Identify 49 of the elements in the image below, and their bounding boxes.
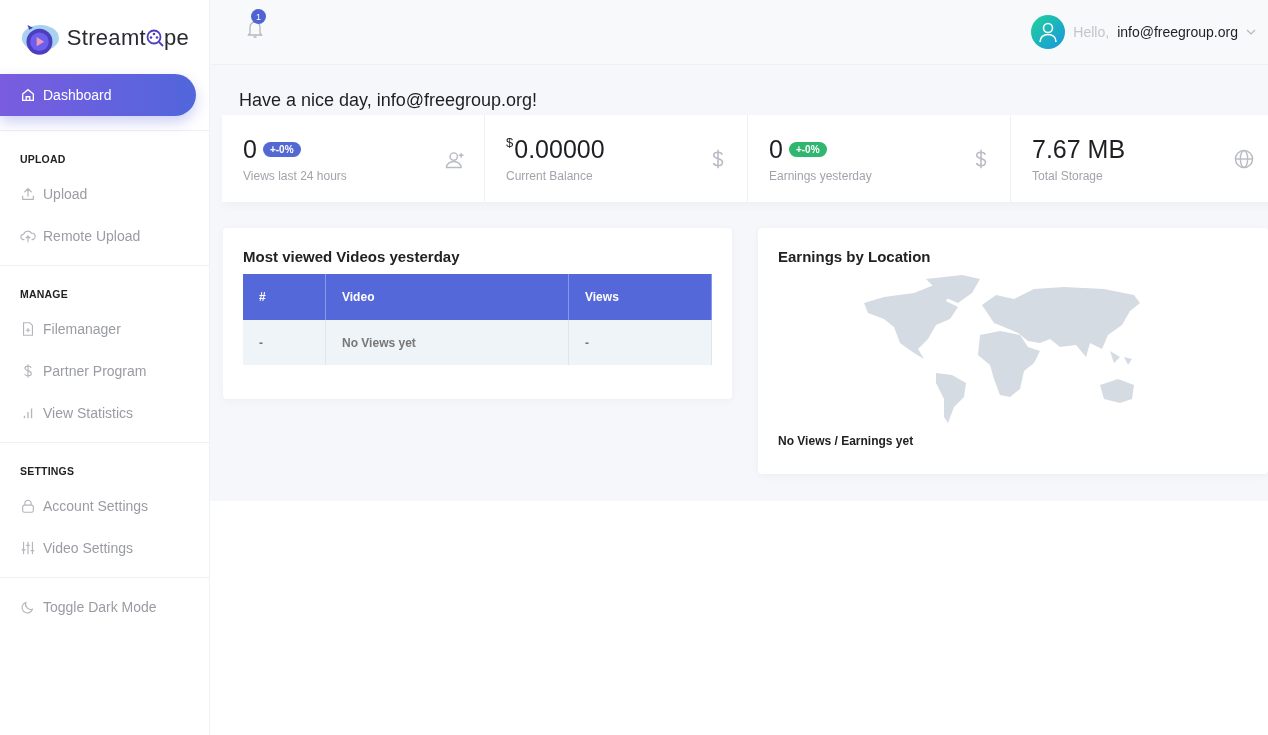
- sidebar-item[interactable]: Upload: [0, 173, 209, 215]
- logo-text: pe: [163, 25, 189, 51]
- section-heading: SETTINGS: [19, 464, 76, 479]
- table-cell: -: [568, 320, 712, 365]
- home-icon: [20, 87, 36, 103]
- cloud-upload-icon: [20, 228, 36, 244]
- sidebar-item[interactable]: Account Settings: [0, 485, 209, 527]
- sidebar-item[interactable]: Dashboard: [0, 74, 196, 116]
- stat-value: 0: [243, 135, 257, 164]
- globe-icon: [1233, 147, 1255, 170]
- sidebar-item[interactable]: Filemanager: [0, 308, 209, 350]
- stat-label: Earnings yesterday: [769, 168, 872, 183]
- upload-icon: [20, 186, 36, 202]
- change-badge: +-0%: [262, 142, 301, 157]
- panel-title: Most viewed Videos yesterday: [243, 248, 461, 265]
- sidebar-item[interactable]: Video Settings: [0, 527, 209, 569]
- notification-badge: 1: [251, 9, 266, 24]
- section-heading: UPLOAD: [19, 152, 67, 167]
- film-reel-icon: [145, 29, 164, 47]
- panel-title: Earnings by Location: [778, 248, 932, 265]
- stat-label: Views last 24 hours: [243, 168, 347, 183]
- currency-symbol: $: [506, 134, 514, 150]
- moon-icon: [20, 599, 36, 615]
- sidebar-item[interactable]: View Statistics: [0, 392, 209, 434]
- column-header: Views: [568, 274, 712, 320]
- welcome-heading: Have a nice day, info@freegroup.org!: [239, 90, 539, 111]
- sidebar-item[interactable]: Toggle Dark Mode: [0, 586, 209, 628]
- lock-icon: [20, 498, 36, 514]
- sliders-icon: [20, 540, 36, 556]
- change-badge: +-0%: [788, 142, 827, 157]
- column-header: #: [243, 274, 326, 320]
- table-cell: No Views yet: [325, 320, 569, 365]
- table-cell: -: [243, 320, 326, 365]
- user-email[interactable]: info@freegroup.org: [1117, 24, 1238, 40]
- stat-label: Total Storage: [1032, 168, 1104, 183]
- logo-text: Streamt: [66, 25, 146, 51]
- section-heading: MANAGE: [19, 287, 69, 302]
- column-header: Video: [325, 274, 569, 320]
- file-icon: [20, 321, 36, 337]
- bell-icon[interactable]: [246, 19, 264, 39]
- map-note: No Views / Earnings yet: [778, 434, 914, 448]
- stat-value: 0.00000: [514, 135, 605, 164]
- sidebar-item[interactable]: Partner Program: [0, 350, 209, 392]
- stat-value: 7.67 MB: [1032, 135, 1126, 164]
- chevron-down-icon[interactable]: [1246, 29, 1256, 35]
- stat-value: 0: [769, 135, 783, 164]
- sidebar-item[interactable]: Remote Upload: [0, 215, 209, 257]
- avatar-icon[interactable]: [1031, 15, 1066, 49]
- stat-label: Current Balance: [506, 168, 594, 183]
